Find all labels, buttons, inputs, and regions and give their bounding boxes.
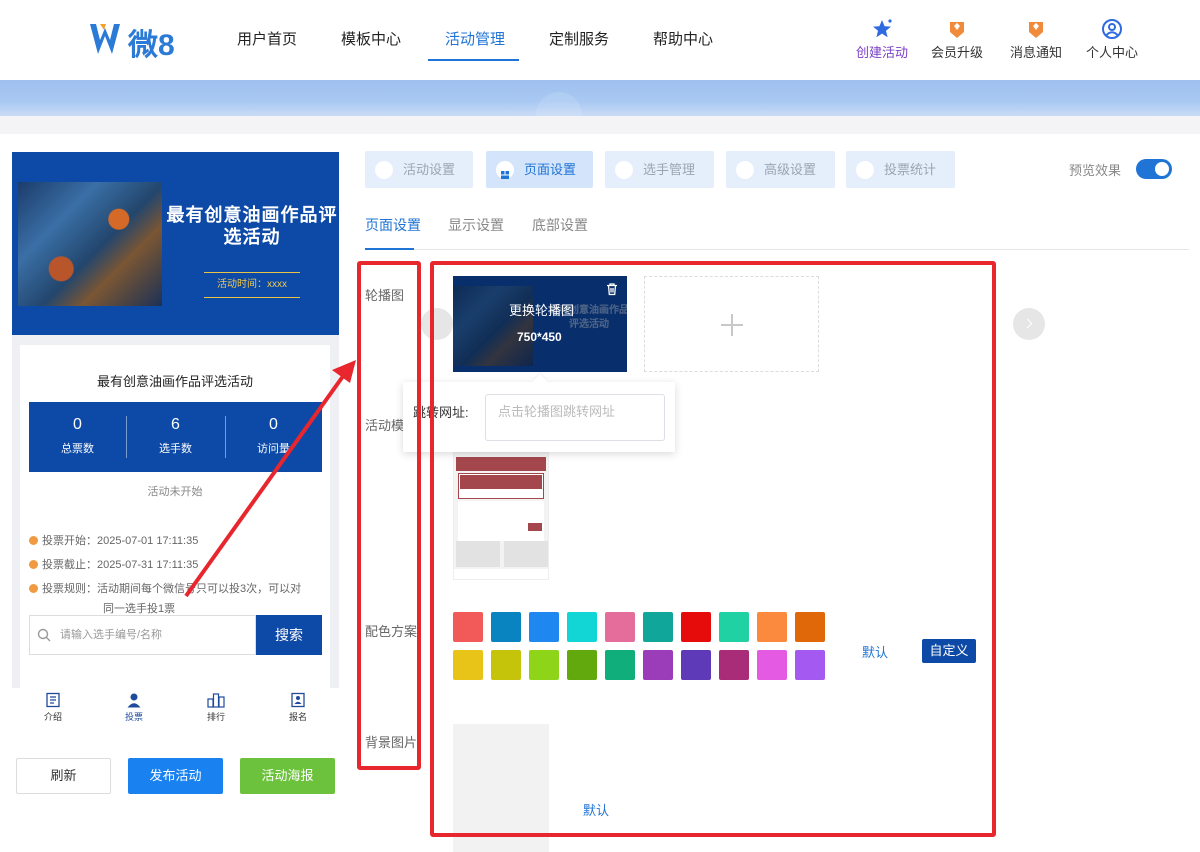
nav-active-underline xyxy=(428,59,519,61)
subtab-active-underline xyxy=(365,248,414,250)
phone-preview: 最有创意油画作品评选活动 活动时间：xxxx 最有创意油画作品评选活动 0 总票… xyxy=(12,152,339,688)
nav-help-center[interactable]: 帮助中心 xyxy=(653,28,713,49)
subtab-display-settings[interactable]: 显示设置 xyxy=(448,215,504,235)
vote-rule-text: 投票规则：活动期间每个微信号只可以投3次，可以对 xyxy=(42,583,302,595)
banner-painting xyxy=(18,182,162,306)
stat-value: 0 xyxy=(269,416,278,433)
statistics-icon xyxy=(856,161,874,179)
nav-custom-service[interactable]: 定制服务 xyxy=(549,28,609,49)
tab-vote[interactable]: 投票 xyxy=(104,692,164,723)
stat-value: 0 xyxy=(73,416,82,433)
tab-ranking-label: 排行 xyxy=(206,712,225,722)
vote-rule-line: 投票规则：活动期间每个微信号只可以投3次，可以对 xyxy=(29,579,301,599)
activity-status: 活动未开始 xyxy=(147,486,203,498)
notifications-button[interactable]: 消息通知 xyxy=(1004,18,1068,61)
tab-label: 高级设置 xyxy=(764,162,817,177)
preview-tabbar: 介绍 投票 排行 报名 xyxy=(12,688,339,732)
diamond-badge-icon xyxy=(950,22,964,38)
contestant-search-input[interactable]: 请输入选手编号/名称 xyxy=(29,615,256,655)
vote-end-line: 投票截止：2025-07-31 17:11:35 xyxy=(29,555,198,575)
notification-badge-icon xyxy=(1029,22,1043,38)
tab-register[interactable]: 报名 xyxy=(268,692,328,723)
tab-advanced-settings[interactable]: 高级设置 xyxy=(726,151,835,188)
page-gap xyxy=(0,116,1200,134)
personal-center-label: 个人中心 xyxy=(1085,45,1138,60)
bullet-dot xyxy=(29,560,38,569)
refresh-button[interactable]: 刷新 xyxy=(16,758,111,794)
annotation-box-labels xyxy=(357,261,421,770)
document-icon xyxy=(46,692,60,708)
nav-template-center[interactable]: 模板中心 xyxy=(341,28,401,49)
preview-toggle-switch[interactable] xyxy=(1136,159,1172,179)
nav-activity-management[interactable]: 活动管理 xyxy=(445,28,505,49)
user-icon xyxy=(615,161,633,179)
activity-poster-button[interactable]: 活动海报 xyxy=(240,758,335,794)
preview-banner-title: 最有创意油画作品评选活动 xyxy=(166,205,338,247)
top-header: 微8 用户首页 模板中心 活动管理 定制服务 帮助中心 创建活动 会员升级 消息… xyxy=(0,0,1200,80)
stat-visits: 0 访问量 xyxy=(225,402,322,472)
subtab-divider xyxy=(365,249,1189,250)
vote-start-line: 投票开始：2025-07-01 17:11:35 xyxy=(29,531,198,551)
preview-card-title: 最有创意油画作品评选活动 xyxy=(96,374,253,389)
stat-label: 访问量 xyxy=(257,443,290,455)
notifications-label: 消息通知 xyxy=(1009,45,1062,60)
tab-intro-label: 介绍 xyxy=(43,712,62,722)
create-activity-button[interactable]: 创建活动 xyxy=(850,18,914,61)
preview-banner-time: 活动时间：xxxx xyxy=(204,272,300,298)
search-icon xyxy=(37,628,51,642)
publish-activity-button[interactable]: 发布活动 xyxy=(128,758,223,794)
user-circle-icon xyxy=(1102,19,1122,39)
member-upgrade-label: 会员升级 xyxy=(930,45,983,60)
ranking-icon xyxy=(207,693,225,708)
stat-label: 选手数 xyxy=(159,443,192,455)
nav-user-home[interactable]: 用户首页 xyxy=(237,28,297,49)
create-activity-label: 创建活动 xyxy=(855,45,908,60)
tab-vote-statistics[interactable]: 投票统计 xyxy=(846,151,955,188)
tab-page-settings[interactable]: 页面设置 xyxy=(486,151,593,188)
member-upgrade-button[interactable]: 会员升级 xyxy=(925,18,989,61)
logo-text: 微8 xyxy=(128,29,175,62)
personal-center-button[interactable]: 个人中心 xyxy=(1080,18,1144,61)
preview-banner: 最有创意油画作品评选活动 活动时间：xxxx xyxy=(12,152,339,335)
tab-label: 活动设置 xyxy=(403,162,456,177)
id-card-icon xyxy=(291,692,305,708)
tab-activity-settings[interactable]: 活动设置 xyxy=(365,151,473,188)
tab-vote-label: 投票 xyxy=(124,712,143,722)
tab-register-label: 报名 xyxy=(288,712,307,722)
settings-icon xyxy=(736,161,754,179)
tab-contestant-management[interactable]: 选手管理 xyxy=(605,151,714,188)
stat-label: 总票数 xyxy=(61,443,94,455)
person-icon xyxy=(127,693,141,708)
vote-end-text: 投票截止：2025-07-31 17:11:35 xyxy=(42,559,199,571)
stat-value: 6 xyxy=(171,416,180,433)
tab-label: 选手管理 xyxy=(643,162,696,177)
stat-total-votes: 0 总票数 xyxy=(29,402,126,472)
bullet-dot xyxy=(29,536,38,545)
subtab-footer-settings[interactable]: 底部设置 xyxy=(532,215,588,235)
tab-label: 页面设置 xyxy=(524,162,577,177)
logo[interactable]: 微8 xyxy=(88,18,188,62)
tab-intro[interactable]: 介绍 xyxy=(23,692,83,723)
carousel-next-button[interactable] xyxy=(1013,308,1045,340)
tab-ranking[interactable]: 排行 xyxy=(186,692,246,723)
tab-label: 投票统计 xyxy=(884,162,937,177)
shield-icon xyxy=(375,161,393,179)
bullet-dot xyxy=(29,584,38,593)
vote-start-text: 投票开始：2025-07-01 17:11:35 xyxy=(42,535,199,547)
preview-stats: 0 总票数 6 选手数 0 访问量 xyxy=(29,402,322,472)
annotation-box-settings xyxy=(430,261,996,837)
preview-toggle-label: 预览效果 xyxy=(1069,163,1122,178)
stat-contestants: 6 选手数 xyxy=(127,402,224,472)
subtab-page-settings[interactable]: 页面设置 xyxy=(365,215,421,235)
contestant-search-button[interactable]: 搜索 xyxy=(256,615,322,655)
star-icon xyxy=(873,19,892,38)
header-banner-strip xyxy=(0,80,1200,116)
layout-icon xyxy=(496,161,514,179)
preview-activity-card: 最有创意油画作品评选活动 0 总票数 6 选手数 0 访问量 活动未开始 投票开… xyxy=(20,345,330,688)
